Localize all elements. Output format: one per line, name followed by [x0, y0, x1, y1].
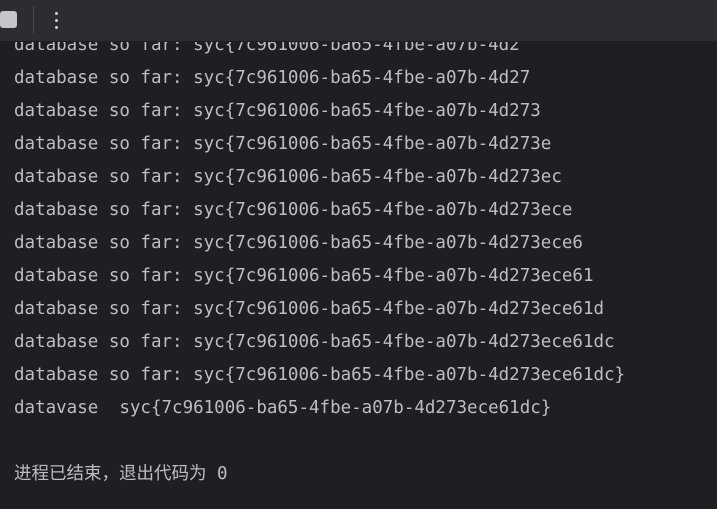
process-exit-message: 进程已结束，退出代码为 0 [14, 464, 228, 484]
console-line: database so far: syc{7c961006-ba65-4fbe-… [14, 266, 594, 286]
console-output[interactable]: database so far: syc{7c961006-ba65-4fbe-… [0, 29, 717, 509]
console-line: database so far: syc{7c961006-ba65-4fbe-… [14, 101, 541, 121]
console-line: database so far: syc{7c961006-ba65-4fbe-… [14, 233, 583, 253]
toolbar-divider [33, 6, 34, 33]
console-line: database so far: syc{7c961006-ba65-4fbe-… [14, 365, 626, 385]
console-line: database so far: syc{7c961006-ba65-4fbe-… [14, 299, 605, 319]
console-line: database so far: syc{7c961006-ba65-4fbe-… [14, 68, 531, 88]
console-line: database so far: syc{7c961006-ba65-4fbe-… [14, 200, 573, 220]
console-line: database so far: syc{7c961006-ba65-4fbe-… [14, 332, 615, 352]
console-toolbar [0, 0, 717, 42]
console-line: datavase syc{7c961006-ba65-4fbe-a07b-4d2… [14, 398, 552, 418]
stop-icon[interactable] [0, 11, 17, 28]
console-line: database so far: syc{7c961006-ba65-4fbe-… [14, 134, 552, 154]
console-line: database so far: syc{7c961006-ba65-4fbe-… [14, 167, 562, 187]
more-vertical-icon[interactable] [45, 9, 67, 31]
